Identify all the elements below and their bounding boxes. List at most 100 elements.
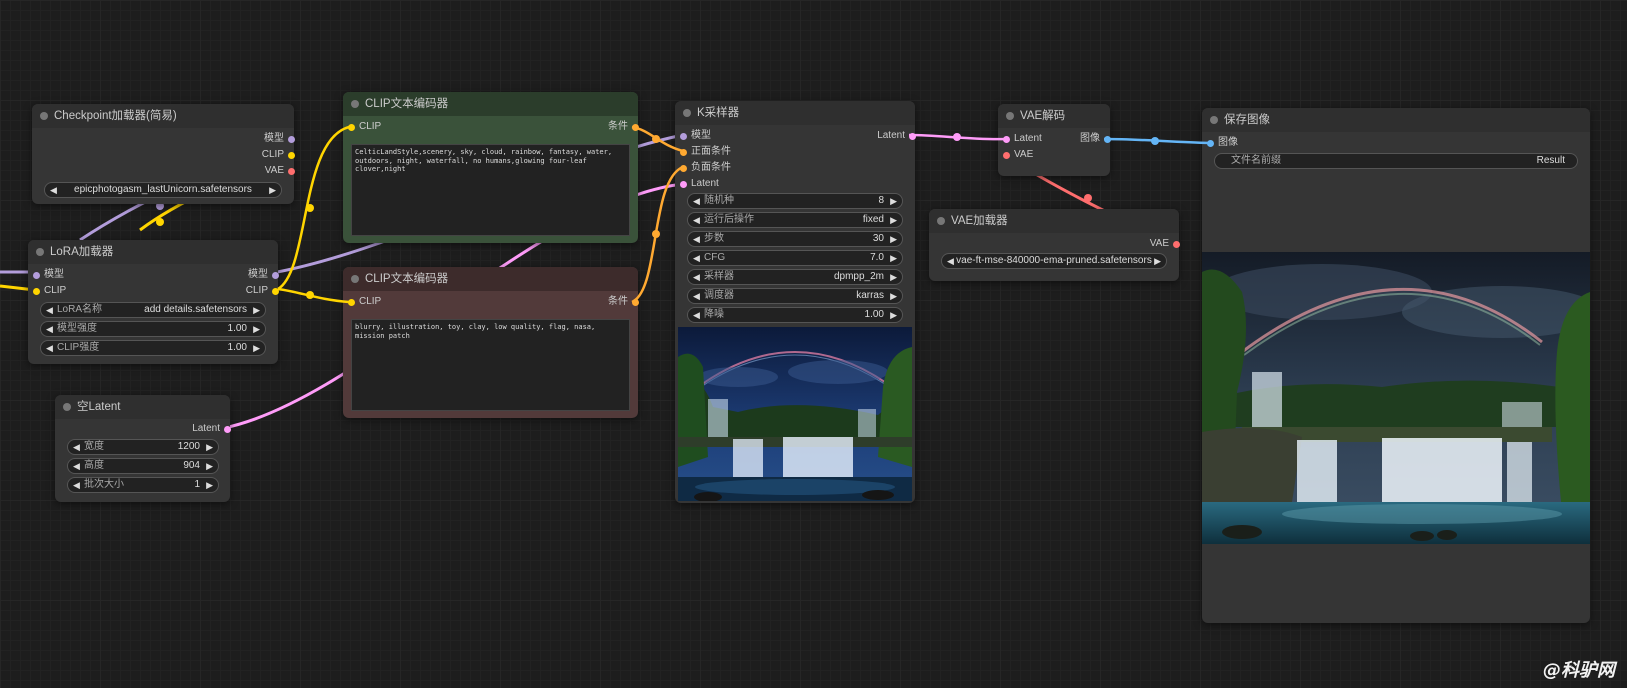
latent-pin-icon[interactable] bbox=[909, 132, 916, 140]
conditioning-pin-icon[interactable] bbox=[680, 164, 687, 172]
node-title[interactable]: CLIP文本编码器 bbox=[343, 267, 638, 291]
arrow-left-icon[interactable]: ◀ bbox=[46, 303, 53, 317]
clip-text-encode-positive-node[interactable]: CLIP文本编码器 CLIP 条件 CelticLandStyle,scener… bbox=[343, 92, 639, 243]
positive-prompt-textarea[interactable]: CelticLandStyle,scenery, sky, cloud, rai… bbox=[351, 144, 630, 236]
vae-pin-icon[interactable] bbox=[288, 167, 295, 175]
negative-prompt-textarea[interactable]: blurry, illustration, toy, clay, low qua… bbox=[351, 319, 630, 411]
node-title[interactable]: VAE解码 bbox=[998, 104, 1110, 128]
node-title[interactable]: 空Latent bbox=[55, 395, 230, 419]
input-negative[interactable]: 负面条件 bbox=[680, 161, 731, 175]
model-strength-number[interactable]: ◀ 模型强度 1.00 ▶ bbox=[40, 321, 266, 337]
clip-pin-icon[interactable] bbox=[33, 287, 40, 295]
arrow-right-icon[interactable]: ▶ bbox=[253, 341, 260, 355]
node-title[interactable]: LoRA加载器 bbox=[28, 240, 278, 264]
model-pin-icon[interactable] bbox=[272, 271, 279, 279]
width-number[interactable]: ◀ 宽度 1200 ▶ bbox=[67, 439, 219, 455]
arrow-right-icon[interactable]: ▶ bbox=[1154, 254, 1161, 268]
scheduler-combo[interactable]: ◀ 调度器 karras ▶ bbox=[687, 288, 903, 304]
arrow-right-icon[interactable]: ▶ bbox=[206, 440, 213, 454]
input-model[interactable]: 模型 bbox=[680, 129, 711, 143]
save-image-node[interactable]: 保存图像 图像 文件名前缀 Result bbox=[1202, 108, 1590, 623]
arrow-right-icon[interactable]: ▶ bbox=[253, 322, 260, 336]
ckpt-name-combo[interactable]: ◀ epicphotogasm_lastUnicorn.safetensors … bbox=[44, 182, 282, 198]
arrow-left-icon[interactable]: ◀ bbox=[693, 289, 700, 303]
input-clip[interactable]: CLIP bbox=[348, 295, 381, 309]
node-title[interactable]: K采样器 bbox=[675, 101, 915, 125]
height-number[interactable]: ◀ 高度 904 ▶ bbox=[67, 458, 219, 474]
collapse-dot-icon[interactable] bbox=[40, 112, 48, 120]
arrow-left-icon[interactable]: ◀ bbox=[46, 322, 53, 336]
vae-decode-node[interactable]: VAE解码 Latent VAE 图像 bbox=[998, 104, 1111, 176]
clip-pin-icon[interactable] bbox=[348, 123, 355, 131]
model-pin-icon[interactable] bbox=[33, 271, 40, 279]
output-model[interactable]: 模型 bbox=[248, 268, 279, 282]
arrow-left-icon[interactable]: ◀ bbox=[693, 251, 700, 265]
ksampler-node[interactable]: K采样器 模型 正面条件 负面条件 Latent Latent ◀ 随机种 8 ▶ ◀… bbox=[675, 101, 916, 503]
seed-number[interactable]: ◀ 随机种 8 ▶ bbox=[687, 193, 903, 209]
collapse-dot-icon[interactable] bbox=[36, 248, 44, 256]
vae-name-combo[interactable]: ◀ vae-ft-mse-840000-ema-pruned.safetenso… bbox=[941, 253, 1167, 269]
arrow-left-icon[interactable]: ◀ bbox=[50, 183, 57, 197]
output-clip[interactable]: CLIP bbox=[262, 148, 295, 162]
arrow-left-icon[interactable]: ◀ bbox=[693, 194, 700, 208]
output-latent[interactable]: Latent bbox=[877, 129, 916, 143]
output-latent[interactable]: Latent bbox=[192, 422, 231, 436]
model-pin-icon[interactable] bbox=[288, 135, 295, 143]
sampler-combo[interactable]: ◀ 采样器 dpmpp_2m ▶ bbox=[687, 269, 903, 285]
arrow-left-icon[interactable]: ◀ bbox=[46, 341, 53, 355]
arrow-left-icon[interactable]: ◀ bbox=[73, 478, 80, 492]
arrow-right-icon[interactable]: ▶ bbox=[206, 459, 213, 473]
arrow-left-icon[interactable]: ◀ bbox=[693, 213, 700, 227]
clip-text-encode-negative-node[interactable]: CLIP文本编码器 CLIP 条件 blurry, illustration, … bbox=[343, 267, 639, 418]
arrow-right-icon[interactable]: ▶ bbox=[269, 183, 276, 197]
arrow-left-icon[interactable]: ◀ bbox=[947, 254, 954, 268]
input-model[interactable]: 模型 bbox=[33, 268, 64, 282]
node-title[interactable]: 保存图像 bbox=[1202, 108, 1590, 132]
checkpoint-loader-node[interactable]: Checkpoint加载器(简易) 模型 CLIP VAE ◀ epicphot… bbox=[32, 104, 295, 204]
clip-pin-icon[interactable] bbox=[288, 151, 295, 159]
node-title[interactable]: CLIP文本编码器 bbox=[343, 92, 638, 116]
steps-number[interactable]: ◀ 步数 30 ▶ bbox=[687, 231, 903, 247]
collapse-dot-icon[interactable] bbox=[351, 100, 359, 108]
arrow-right-icon[interactable]: ▶ bbox=[890, 270, 897, 284]
image-pin-icon[interactable] bbox=[1104, 135, 1111, 143]
vae-pin-icon[interactable] bbox=[1173, 240, 1180, 248]
input-latent[interactable]: Latent bbox=[1003, 132, 1042, 146]
node-title[interactable]: VAE加载器 bbox=[929, 209, 1179, 233]
arrow-right-icon[interactable]: ▶ bbox=[890, 194, 897, 208]
output-conditioning[interactable]: 条件 bbox=[608, 120, 639, 134]
arrow-right-icon[interactable]: ▶ bbox=[890, 251, 897, 265]
output-model[interactable]: 模型 bbox=[264, 132, 295, 146]
arrow-left-icon[interactable]: ◀ bbox=[73, 440, 80, 454]
arrow-left-icon[interactable]: ◀ bbox=[693, 232, 700, 246]
latent-pin-icon[interactable] bbox=[1003, 135, 1010, 143]
collapse-dot-icon[interactable] bbox=[63, 403, 71, 411]
input-image[interactable]: 图像 bbox=[1207, 136, 1238, 150]
conditioning-pin-icon[interactable] bbox=[632, 123, 639, 131]
model-pin-icon[interactable] bbox=[680, 132, 687, 140]
arrow-right-icon[interactable]: ▶ bbox=[890, 308, 897, 322]
control-after-generate-combo[interactable]: ◀ 运行后操作 fixed ▶ bbox=[687, 212, 903, 228]
arrow-right-icon[interactable]: ▶ bbox=[253, 303, 260, 317]
arrow-left-icon[interactable]: ◀ bbox=[693, 308, 700, 322]
arrow-left-icon[interactable]: ◀ bbox=[693, 270, 700, 284]
latent-pin-icon[interactable] bbox=[680, 180, 687, 188]
output-clip[interactable]: CLIP bbox=[246, 284, 279, 298]
conditioning-pin-icon[interactable] bbox=[632, 298, 639, 306]
batch-size-number[interactable]: ◀ 批次大小 1 ▶ bbox=[67, 477, 219, 493]
collapse-dot-icon[interactable] bbox=[1006, 112, 1014, 120]
output-image[interactable]: 图像 bbox=[1080, 132, 1111, 146]
output-vae[interactable]: VAE bbox=[1150, 237, 1180, 251]
clip-pin-icon[interactable] bbox=[348, 298, 355, 306]
filename-prefix-text[interactable]: 文件名前缀 Result bbox=[1214, 153, 1578, 169]
image-pin-icon[interactable] bbox=[1207, 139, 1214, 147]
arrow-right-icon[interactable]: ▶ bbox=[206, 478, 213, 492]
node-title[interactable]: Checkpoint加载器(简易) bbox=[32, 104, 294, 128]
denoise-number[interactable]: ◀ 降噪 1.00 ▶ bbox=[687, 307, 903, 323]
vae-pin-icon[interactable] bbox=[1003, 151, 1010, 159]
input-vae[interactable]: VAE bbox=[1003, 148, 1033, 162]
conditioning-pin-icon[interactable] bbox=[680, 148, 687, 156]
collapse-dot-icon[interactable] bbox=[683, 109, 691, 117]
arrow-right-icon[interactable]: ▶ bbox=[890, 213, 897, 227]
input-clip[interactable]: CLIP bbox=[33, 284, 66, 298]
